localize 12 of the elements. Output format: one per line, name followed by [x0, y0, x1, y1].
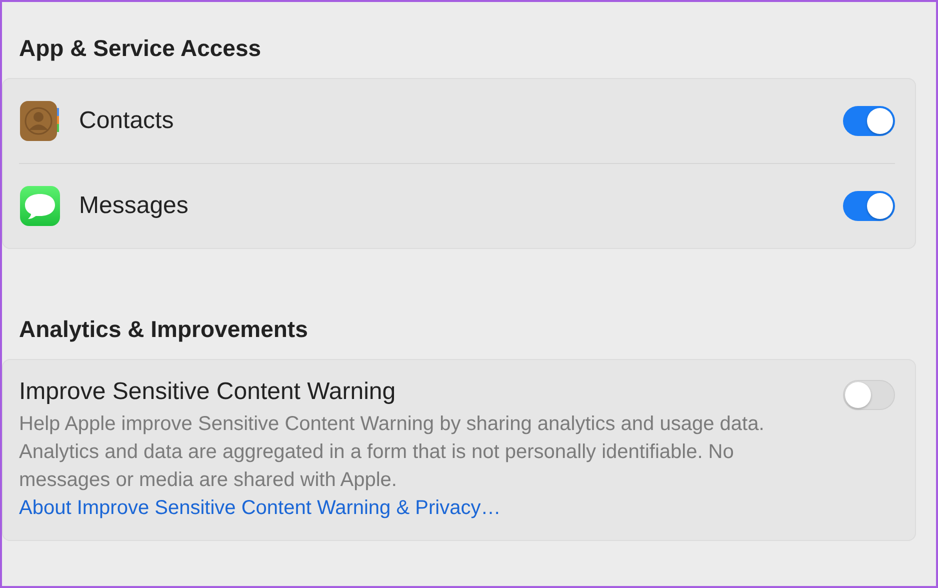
- setting-label: Improve Sensitive Content Warning: [19, 378, 397, 406]
- section-heading: App & Service Access: [18, 34, 262, 63]
- toggle-switch[interactable]: [843, 380, 895, 410]
- toggle-switch[interactable]: [843, 191, 895, 221]
- toggle-switch[interactable]: [843, 106, 895, 136]
- setting-label: Contacts: [79, 107, 175, 135]
- privacy-link[interactable]: About Improve Sensitive Content Warning & Privacy…: [19, 497, 501, 519]
- contacts-app-icon: [19, 100, 61, 142]
- section-heading: Analytics & Improvements: [18, 315, 309, 344]
- messages-app-icon: [19, 185, 61, 227]
- setting-description: Help Apple improve Sensitive Content Warning by sharing analytics and usage data. Analytics and data are aggregated in a form that is not personally identifiable. No messages or media are shared with Apple. About Improve Sensitive Content Warning & Privacy…: [19, 412, 766, 521]
- setting-label: Messages: [79, 192, 190, 220]
